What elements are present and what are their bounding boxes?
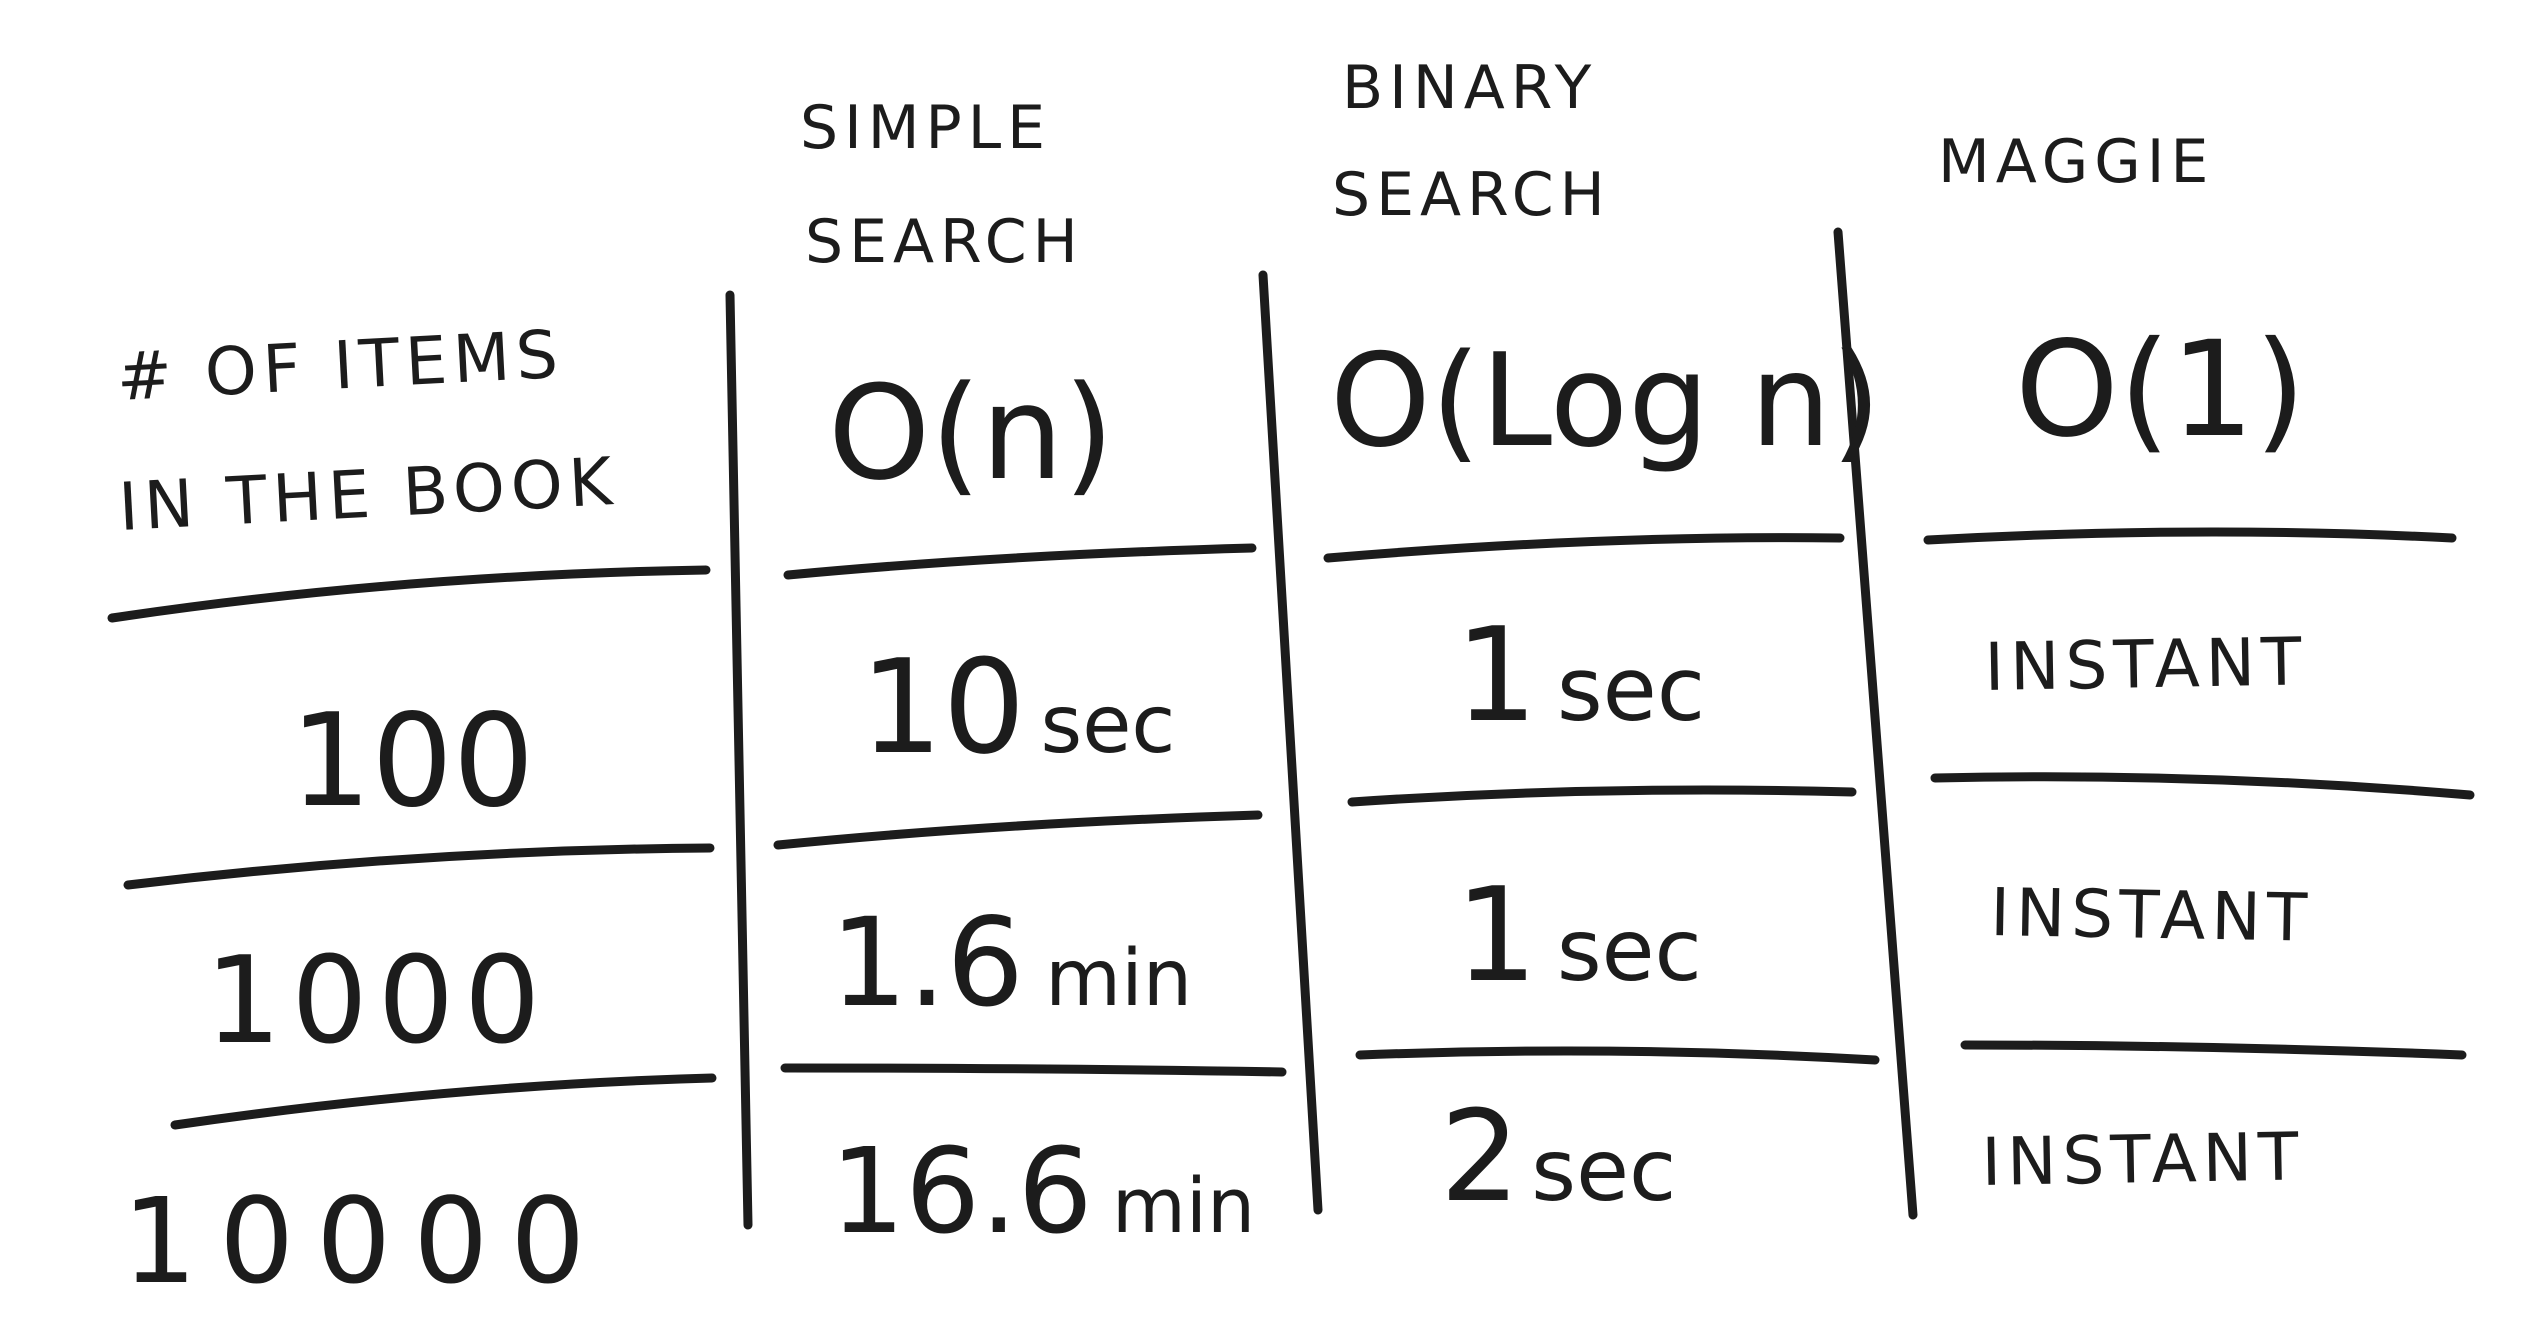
row2-underline-col1	[170, 1073, 717, 1130]
header-simple-line-2: SEARCH	[805, 207, 1084, 277]
simple-row-3: 16.6 min	[830, 1122, 1255, 1260]
simple-row-3-number: 16.6	[830, 1122, 1093, 1260]
binary-row-1: 1 sec	[1455, 599, 1705, 751]
divider-1	[725, 290, 753, 1230]
simple-row-2-unit: min	[1045, 934, 1192, 1024]
simple-row-2-number: 1.6	[830, 892, 1024, 1034]
binary-row-2-unit: sec	[1557, 901, 1702, 1001]
search-comparison-table: # OF ITEMS IN THE BOOK SIMPLE SEARCH BIN…	[107, 53, 2475, 1310]
complexity-binary: O(Log n)	[1330, 327, 1881, 476]
binary-row-3: 2 sec	[1440, 1083, 1676, 1230]
row1-underline-col2	[773, 810, 1263, 850]
simple-row-1: 10 sec	[860, 631, 1175, 783]
simple-search-column: 10 sec 1.6 min 16.6 min	[830, 631, 1255, 1260]
row2-underline-col2	[780, 1063, 1287, 1077]
row2-underline-col3	[1355, 1046, 1880, 1065]
complexity-simple: O(n)	[828, 357, 1114, 509]
header-items-line-1: # OF ITEMS	[115, 316, 566, 416]
row1-underline-col4	[1930, 772, 2475, 800]
simple-row-3-unit: min	[1112, 1161, 1255, 1250]
binary-row-2: 1 sec	[1455, 859, 1702, 1011]
header-binary-line-2: SEARCH	[1332, 160, 1611, 230]
binary-row-3-unit: sec	[1531, 1121, 1676, 1221]
header-underline-col2	[783, 543, 1257, 580]
simple-row-1-unit: sec	[1041, 678, 1176, 771]
binary-search-column: 1 sec 1 sec 2 sec	[1440, 599, 1705, 1230]
maggie-row-2: INSTANT	[1990, 874, 2314, 957]
header-items-line-2: IN THE BOOK	[117, 443, 620, 546]
binary-row-1-unit: sec	[1557, 638, 1705, 741]
items-column: 100 1000 10000	[122, 687, 607, 1310]
simple-row-2: 1.6 min	[830, 892, 1192, 1034]
items-row-2: 1000	[205, 932, 550, 1071]
binary-row-1-number: 1	[1455, 599, 1538, 751]
header-underline-col4	[1923, 527, 2457, 545]
header-maggie: MAGGIE	[1938, 127, 2214, 197]
header-simple-line-1: SIMPLE	[800, 93, 1051, 163]
header-underline-col1	[107, 565, 711, 623]
maggie-column: INSTANT INSTANT INSTANT	[1981, 623, 2314, 1201]
complexity-maggie: O(1)	[2015, 313, 2306, 467]
header-binary-line-1: BINARY	[1342, 53, 1597, 123]
items-row-1: 100	[290, 687, 534, 836]
items-row-3: 10000	[122, 1172, 607, 1310]
maggie-row-3: INSTANT	[1981, 1118, 2305, 1201]
complexity-labels: O(n) O(Log n) O(1)	[828, 313, 2306, 509]
row1-underline-col1	[123, 843, 715, 890]
row2-underline-col4	[1960, 1040, 2467, 1060]
simple-row-1-number: 10	[860, 631, 1025, 783]
column-headers: # OF ITEMS IN THE BOOK SIMPLE SEARCH BIN…	[115, 53, 2214, 546]
binary-row-2-number: 1	[1455, 859, 1538, 1011]
binary-row-3-number: 2	[1440, 1083, 1520, 1230]
header-underline-col3	[1323, 533, 1845, 563]
maggie-row-1: INSTANT	[1984, 623, 2308, 706]
row1-underline-col3	[1347, 785, 1857, 807]
